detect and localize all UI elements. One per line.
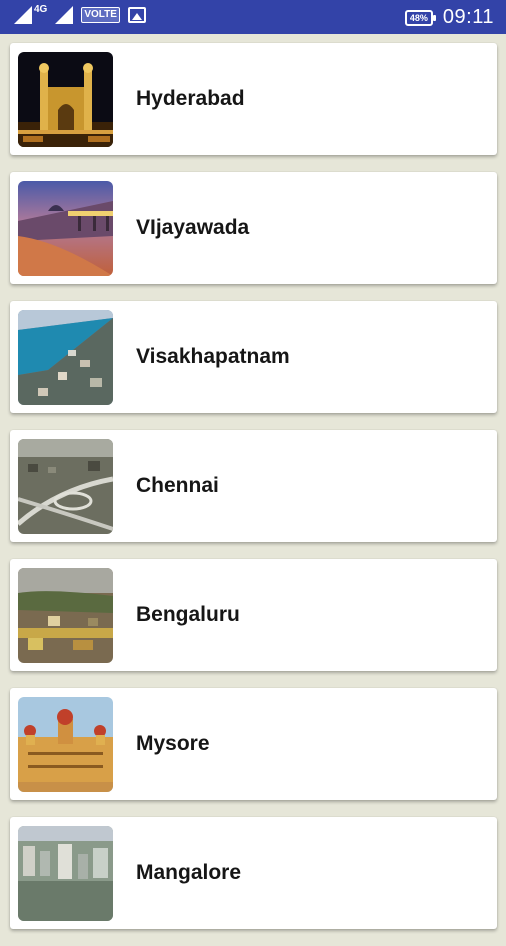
clock: 09:11: [442, 6, 494, 28]
city-card-visakhapatnam[interactable]: Visakhapatnam: [10, 301, 497, 413]
city-name: Hyderabad: [136, 87, 245, 110]
city-name: Chennai: [136, 474, 219, 497]
city-list: Hyderabad VIjayawada Visakhapatnam Chenn…: [10, 43, 497, 946]
city-thumbnail: [18, 825, 113, 921]
city-card-vijayawada[interactable]: VIjayawada: [10, 172, 497, 284]
city-card-bengaluru[interactable]: Bengaluru: [10, 559, 497, 671]
network-type: 4G: [34, 3, 48, 15]
city-thumbnail: [18, 567, 113, 663]
city-card-chennai[interactable]: Chennai: [10, 430, 497, 542]
city-thumbnail: [18, 309, 113, 405]
city-card-hyderabad[interactable]: Hyderabad: [10, 43, 497, 155]
signal-icon-2: [55, 6, 74, 24]
status-left: 4G VOLTE: [14, 3, 146, 24]
city-thumbnail: [18, 51, 113, 147]
status-right: 48% 09:11: [404, 6, 494, 29]
city-thumbnail: [18, 696, 113, 792]
city-thumbnail: [18, 438, 113, 534]
volte-badge: VOLTE: [81, 7, 120, 23]
city-thumbnail: [18, 180, 113, 276]
city-name: VIjayawada: [136, 216, 250, 239]
city-name: Bengaluru: [136, 603, 240, 626]
battery-icon: 48%: [404, 9, 436, 26]
city-name: Visakhapatnam: [136, 345, 290, 368]
city-card-mangalore[interactable]: Mangalore: [10, 817, 497, 929]
city-name: Mysore: [136, 732, 210, 755]
image-notification-icon: [127, 7, 146, 23]
city-card-mysore[interactable]: Mysore: [10, 688, 497, 800]
city-name: Mangalore: [136, 861, 242, 884]
signal-icon: [14, 6, 32, 24]
status-bar: 4G VOLTE 48% 09:11: [0, 0, 506, 34]
